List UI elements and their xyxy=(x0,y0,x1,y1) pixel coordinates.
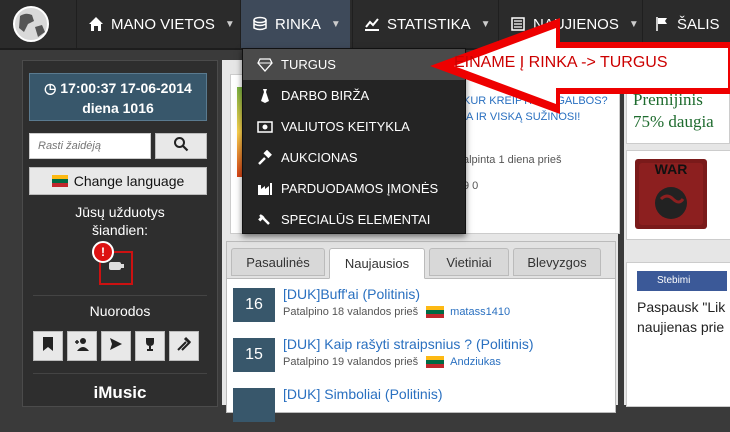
article-posted: Patalpino 19 valandos prieš xyxy=(283,356,419,368)
article-vote-count xyxy=(233,388,275,422)
article-meta: Patalpino 18 valandos prieš matass1410 xyxy=(283,306,510,318)
nav-label: RINKA xyxy=(275,15,321,33)
article-author[interactable]: matass1410 xyxy=(450,306,510,318)
annotation-text: EINAME Į RINKA -> TURGUS xyxy=(454,54,668,71)
article-title[interactable]: [DUK]Buff'ai (Politinis) xyxy=(283,286,420,302)
alert-icon: ! xyxy=(92,241,114,263)
hammer-icon xyxy=(257,212,273,228)
fb-text-line: Paspausk "Lik xyxy=(637,299,726,315)
chevron-down-icon: ▼ xyxy=(224,18,235,30)
divider xyxy=(33,295,207,296)
article-posted: Patalpino 18 valandos prieš xyxy=(283,306,419,318)
menu-item-label: PARDUODAMOS ĮMONĖS xyxy=(281,181,439,196)
clock-day: diena 1016 xyxy=(82,100,154,116)
article-meta: Patalpino 19 valandos prieš Andziukas xyxy=(283,356,501,368)
tab-vietiniai[interactable]: Vietiniai xyxy=(429,248,509,276)
article-vote-count: 15 xyxy=(233,338,275,372)
money-icon xyxy=(257,119,273,135)
tab-naujausios[interactable]: Naujausios xyxy=(329,248,425,279)
facebook-widget: Stebimi Paspausk "Lik naujienas prie xyxy=(626,262,730,407)
war-widget[interactable]: WAR xyxy=(626,150,730,240)
diamond-icon xyxy=(257,57,273,73)
user-add-button[interactable] xyxy=(67,331,97,361)
bookmark-icon xyxy=(41,336,55,357)
menu-item-valiutos-keitykla[interactable]: VALIUTOS KEITYKLA xyxy=(243,111,465,142)
facebook-follow-label: Stebimi xyxy=(657,275,691,286)
tab-pasaulines[interactable]: Pasaulinės xyxy=(231,248,325,276)
chevron-down-icon: ▼ xyxy=(330,18,341,30)
fb-text-line: naujienas prie xyxy=(637,319,725,335)
lithuania-flag-icon xyxy=(51,175,68,187)
plane-icon xyxy=(108,336,124,357)
menu-item-label: AUKCIONAS xyxy=(281,150,358,165)
article-author[interactable]: Andziukas xyxy=(450,356,501,368)
trophy-icon xyxy=(142,336,158,357)
news-panel: Pasaulinės Naujausios Vietiniai Blevyzgo… xyxy=(226,241,616,422)
menu-item-specialus-elementai[interactable]: SPECIALŪS ELEMENTAI xyxy=(243,204,465,235)
player-search xyxy=(29,133,207,161)
globe-logo[interactable] xyxy=(4,2,58,46)
article-row: 15 [DUK] Kaip rašyti straipsnius ? (Poli… xyxy=(231,336,611,382)
widget-posted: alpinta 1 diena prieš xyxy=(463,154,562,166)
left-sidebar: ◷ 17:00:37 17-06-2014 diena 1016 Change … xyxy=(22,60,218,407)
article-title[interactable]: [DUK] Kaip rašyti straipsnius ? (Politin… xyxy=(283,336,534,352)
links-title: Nuorodos xyxy=(89,303,151,319)
article-row: 16 [DUK]Buff'ai (Politinis) Patalpino 18… xyxy=(231,286,611,332)
facebook-widget-text: Paspausk "Lik naujienas prie xyxy=(637,297,725,337)
tools-icon xyxy=(176,336,192,357)
daily-tasks-title: Jūsų užduotys šiandien: xyxy=(23,203,217,239)
search-button[interactable] xyxy=(155,133,207,159)
menu-item-label: TURGUS xyxy=(281,57,336,72)
clock-time: ◷ 17:00:37 17-06-2014 xyxy=(44,80,192,96)
user-add-icon xyxy=(74,336,90,357)
lithuania-flag-icon xyxy=(426,306,445,318)
tie-icon xyxy=(257,88,273,104)
war-label: WAR xyxy=(654,161,688,177)
article-vote-count: 16 xyxy=(233,288,275,322)
menu-item-label: VALIUTOS KEITYKLA xyxy=(281,119,410,134)
achievements-button[interactable] xyxy=(135,331,165,361)
change-language-button[interactable]: Change language xyxy=(29,167,207,195)
tasks-title-line: šiandien: xyxy=(91,222,149,238)
nav-rinka[interactable]: RINKA ▼ xyxy=(240,0,350,48)
coins-icon xyxy=(251,16,269,32)
nav-mano-vietos[interactable]: MANO VIETOS ▼ xyxy=(76,0,238,48)
lithuania-flag-icon xyxy=(426,356,445,368)
search-input[interactable] xyxy=(29,133,151,159)
promo-line: 75% daugia xyxy=(633,112,714,131)
factory-icon xyxy=(257,181,273,197)
game-clock: ◷ 17:00:37 17-06-2014 diena 1016 xyxy=(29,73,207,121)
widget-meta: alpinta 1 diena prieš 9 0 xyxy=(463,147,561,199)
divider xyxy=(33,373,207,374)
chart-line-icon xyxy=(363,16,381,32)
facebook-follow-button[interactable]: Stebimi xyxy=(637,271,727,291)
menu-item-label: SPECIALŪS ELEMENTAI xyxy=(281,212,431,227)
travel-button[interactable] xyxy=(101,331,131,361)
menu-item-parduodamos-imones[interactable]: PARDUODAMOS ĮMONĖS xyxy=(243,173,465,204)
change-language-label: Change language xyxy=(73,173,185,189)
home-icon xyxy=(87,16,105,32)
tools-button[interactable] xyxy=(169,331,199,361)
clock-icon: ◷ xyxy=(44,80,61,96)
news-tabs: Pasaulinės Naujausios Vietiniai Blevyzgo… xyxy=(227,242,615,279)
nav-label: MANO VIETOS xyxy=(111,15,215,33)
menu-item-label: DARBO BIRŽA xyxy=(281,88,370,103)
menu-item-aukcionas[interactable]: AUKCIONAS xyxy=(243,142,465,173)
widget-stats: 9 0 xyxy=(463,180,479,192)
imusic-title: iMusic xyxy=(93,383,147,402)
gavel-icon xyxy=(257,149,273,166)
bookmark-button[interactable] xyxy=(33,331,63,361)
tab-blevyzgos[interactable]: Blevyzgos xyxy=(513,248,601,276)
search-icon xyxy=(173,136,189,157)
fist-icon xyxy=(107,259,125,278)
article-row: [DUK] Simboliai (Politinis) xyxy=(231,386,611,432)
tasks-title-line: Jūsų užduotys xyxy=(75,204,165,220)
